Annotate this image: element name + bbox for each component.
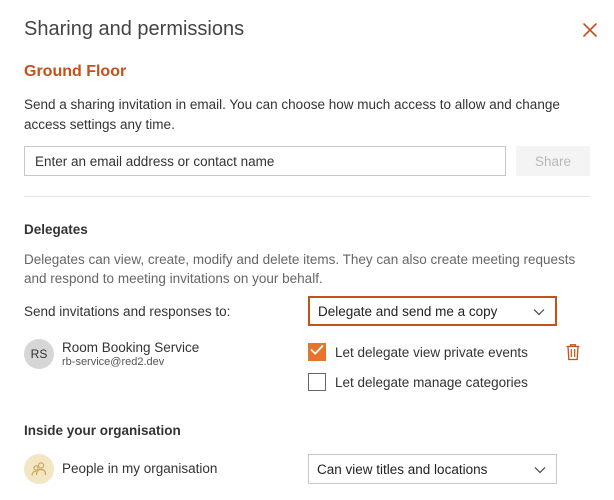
organisation-label: People in my organisation <box>62 461 218 476</box>
delegates-description: Delegates can view, create, modify and d… <box>24 252 576 286</box>
dialog-title: Sharing and permissions <box>24 18 245 40</box>
delegate-email: rb-service@red2.dev <box>62 356 165 368</box>
close-icon[interactable] <box>580 20 600 40</box>
chevron-down-icon <box>533 304 545 319</box>
chevron-down-icon <box>534 462 546 477</box>
calendar-name: Ground Floor <box>24 63 127 80</box>
avatar: RS <box>24 339 54 369</box>
sharing-intro-text: Send a sharing invitation in email. You … <box>24 97 560 132</box>
manage-categories-checkbox[interactable] <box>308 373 326 391</box>
send-invitations-label: Send invitations and responses to: <box>24 304 231 319</box>
checkmark-icon <box>310 343 324 361</box>
manage-categories-label[interactable]: Let delegate manage categories <box>335 375 528 390</box>
delegates-heading: Delegates <box>24 222 88 237</box>
send-invitations-dropdown[interactable]: Delegate and send me a copy <box>308 296 557 326</box>
share-button[interactable]: Share <box>516 146 590 176</box>
delegate-name: Room Booking Service <box>62 340 200 355</box>
send-invitations-value: Delegate and send me a copy <box>318 303 498 319</box>
trash-icon[interactable] <box>565 343 581 361</box>
organisation-permission-dropdown[interactable]: Can view titles and locations <box>308 454 557 484</box>
organisation-permission-value: Can view titles and locations <box>317 461 488 477</box>
organisation-heading: Inside your organisation <box>24 423 181 438</box>
view-private-events-label[interactable]: Let delegate view private events <box>335 345 528 360</box>
divider <box>24 196 590 197</box>
email-input[interactable] <box>24 146 506 176</box>
people-icon <box>24 454 54 484</box>
view-private-events-checkbox[interactable] <box>308 343 326 361</box>
